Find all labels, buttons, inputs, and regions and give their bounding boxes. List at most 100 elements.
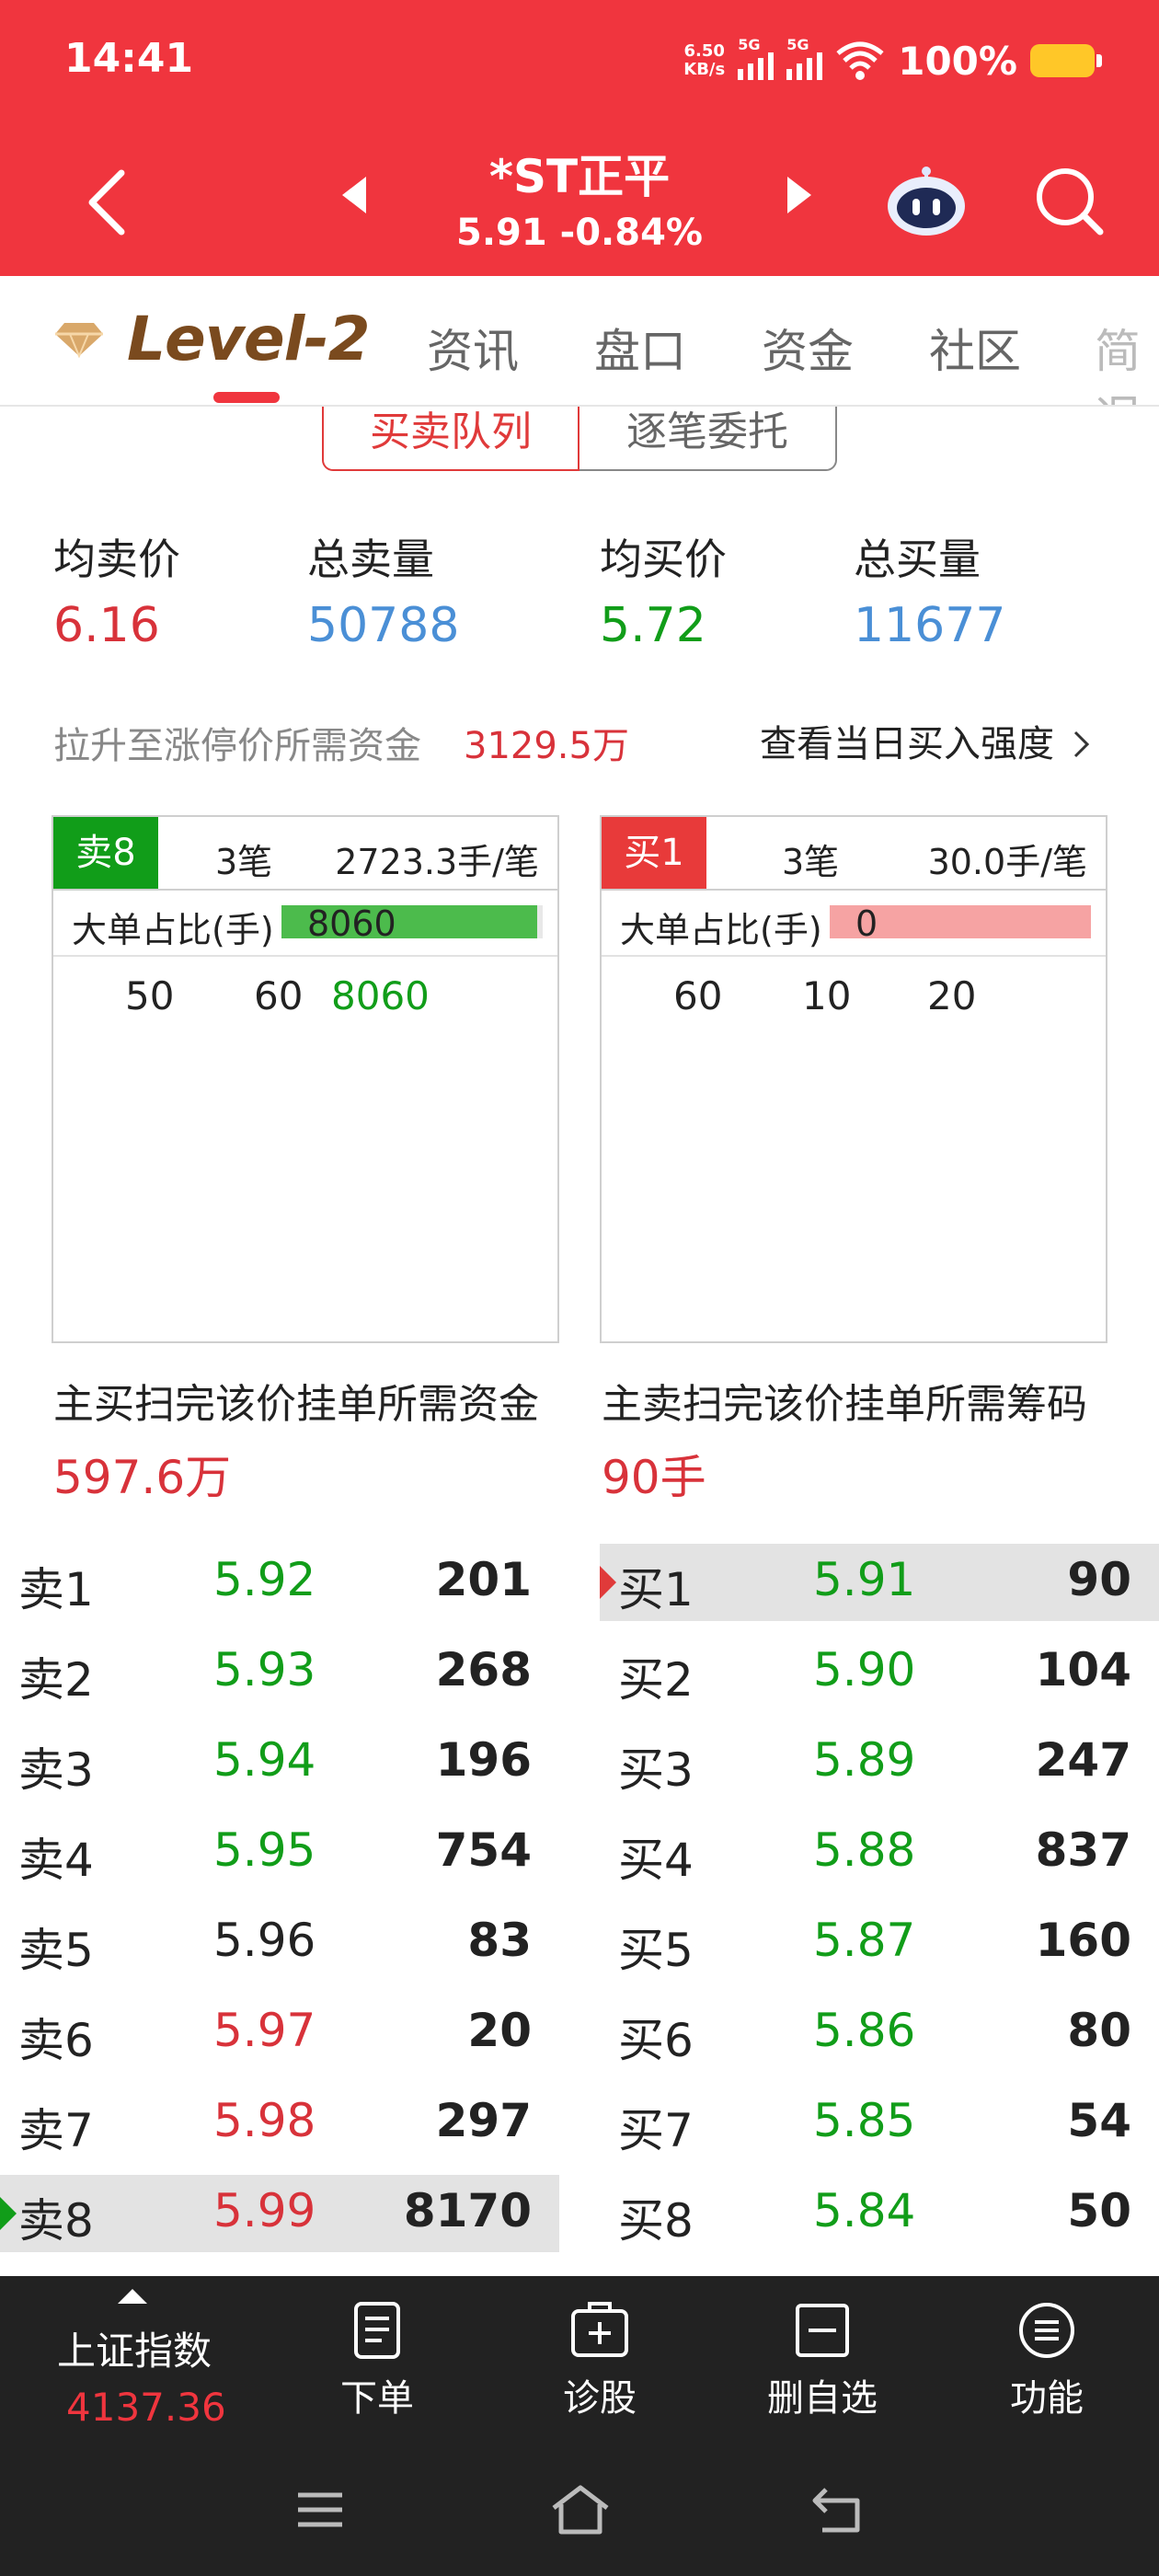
total-buy-label: 总买量 — [854, 535, 981, 584]
buy-book-row[interactable]: 买7 5.85 54 — [600, 2085, 1159, 2162]
home-icon[interactable] — [548, 2482, 613, 2537]
buy-book-row[interactable]: 买3 5.89 247 — [600, 1724, 1159, 1801]
tab-news[interactable]: 资讯 — [427, 315, 519, 381]
big-order-ratio-label: 大单占比(手) — [620, 910, 822, 950]
buy-strength-link[interactable]: 查看当日买入强度 — [760, 714, 1092, 767]
remove-watchlist-button[interactable]: 删自选 — [740, 2298, 905, 2421]
diagnose-icon — [571, 2302, 628, 2357]
avg-sell-label: 均卖价 — [53, 535, 180, 584]
tab-community[interactable]: 社区 — [929, 315, 1021, 381]
sell-book-volume: 83 — [467, 1914, 532, 1967]
signal-icon: 5G — [738, 36, 775, 80]
buy-book-level-label: 买4 — [618, 1834, 694, 1887]
subtab-bid-ask-queue[interactable]: 买卖队列 — [322, 407, 580, 471]
back-arrow-icon[interactable] — [74, 166, 147, 239]
sell-book-level-label: 卖3 — [18, 1743, 94, 1797]
app-header: 14:41 6.50 KB/s 5G 5G 100% *ST正平 5.91 -0… — [0, 0, 1159, 276]
net-speed: 6.50 KB/s — [683, 41, 726, 79]
buy-level-tag[interactable]: 买1 — [602, 817, 706, 889]
prev-stock-icon[interactable] — [342, 177, 366, 213]
index-name: 上证指数 — [57, 2329, 212, 2374]
stock-tab-bar: Level-2 资讯 盘口 资金 社区 简况 — [0, 276, 1159, 407]
back-nav-icon[interactable] — [809, 2482, 865, 2537]
queue-order: 20 — [927, 973, 977, 1018]
tab-profile[interactable]: 简况 — [1095, 315, 1159, 405]
sell-order-count: 3笔 — [215, 842, 273, 882]
signal-icon: 5G — [786, 36, 823, 80]
robot-assistant-icon[interactable] — [885, 164, 968, 237]
avg-buy-value: 5.72 — [600, 598, 706, 653]
big-order-ratio-bar: 8060 — [281, 903, 543, 944]
buy-book-row[interactable]: 买1 5.91 90 — [600, 1544, 1159, 1621]
stock-name: *ST正平 — [488, 150, 671, 203]
search-icon[interactable] — [1032, 164, 1106, 237]
sell-book-level-label: 卖2 — [18, 1653, 94, 1707]
sell-book-volume: 754 — [435, 1823, 532, 1877]
buy-book-price: 5.90 — [813, 1643, 916, 1696]
sell-book-price: 5.92 — [213, 1553, 316, 1606]
tab-funds[interactable]: 资金 — [762, 315, 854, 381]
minus-box-icon — [796, 2304, 849, 2357]
sell-level-tag[interactable]: 卖8 — [53, 817, 158, 889]
tab-level2[interactable]: Level-2 — [55, 304, 371, 374]
buy-book-price: 5.86 — [813, 2004, 916, 2057]
buy-book-row[interactable]: 买2 5.90 104 — [600, 1634, 1159, 1711]
sell-book-level-label: 卖7 — [18, 2104, 94, 2157]
sell-book-price: 5.99 — [213, 2184, 316, 2237]
buy-book-price: 5.85 — [813, 2094, 916, 2147]
sell-book-row[interactable]: 卖6 5.97 20 — [0, 1995, 559, 2072]
buy-book-level-label: 买2 — [618, 1653, 694, 1707]
queue-order: 60 — [254, 973, 304, 1018]
sell-book-volume: 20 — [467, 2004, 532, 2057]
buy-book-volume: 50 — [1067, 2184, 1131, 2237]
sell-book-row[interactable]: 卖2 5.93 268 — [0, 1634, 559, 1711]
sell-book-row[interactable]: 卖1 5.92 201 — [0, 1544, 559, 1621]
buy-sweep-label: 主卖扫完该价挂单所需筹码 — [602, 1381, 1087, 1428]
sell-book-level-label: 卖8 — [18, 2194, 94, 2248]
next-stock-icon[interactable] — [787, 177, 811, 213]
sell-book-level-label: 卖4 — [18, 1834, 94, 1887]
buy-book-row[interactable]: 买5 5.87 160 — [600, 1904, 1159, 1982]
sell-book-row[interactable]: 卖4 5.95 754 — [0, 1814, 559, 1892]
buy-book-price: 5.89 — [813, 1733, 916, 1787]
battery-icon — [1030, 44, 1102, 77]
sell-book-price: 5.96 — [213, 1914, 316, 1967]
recent-apps-icon[interactable] — [293, 2482, 348, 2537]
buy-book-level-label: 买1 — [618, 1563, 694, 1616]
buy-book-volume: 247 — [1035, 1733, 1131, 1787]
current-level-marker-icon — [600, 1566, 616, 1599]
stock-nav-bar: *ST正平 5.91 -0.84% — [0, 129, 1159, 276]
buy-book-price: 5.88 — [813, 1823, 916, 1877]
menu-circle-icon — [1019, 2303, 1074, 2358]
sell-book-row[interactable]: 卖5 5.96 83 — [0, 1904, 559, 1982]
order-form-icon — [354, 2302, 400, 2359]
sell-book-row[interactable]: 卖7 5.98 297 — [0, 2085, 559, 2162]
buy-book-volume: 837 — [1035, 1823, 1131, 1877]
big-order-ratio-bar: 0 — [830, 903, 1091, 944]
sell-book-price: 5.97 — [213, 2004, 316, 2057]
buy-book-volume: 160 — [1035, 1914, 1131, 1967]
sell-sweep-label: 主买扫完该价挂单所需资金 — [53, 1381, 539, 1428]
subtab-order-by-order[interactable]: 逐笔委托 — [580, 407, 837, 471]
sell-book-volume: 297 — [435, 2094, 532, 2147]
sell-book-row[interactable]: 卖3 5.94 196 — [0, 1724, 559, 1801]
buy-book-row[interactable]: 买8 5.84 50 — [600, 2175, 1159, 2252]
functions-button[interactable]: 功能 — [964, 2298, 1130, 2421]
sell-book-row[interactable]: 卖8 5.99 8170 — [0, 2175, 559, 2252]
buy-book-row[interactable]: 买6 5.86 80 — [600, 1995, 1159, 2072]
buy-book-level-label: 买3 — [618, 1743, 694, 1797]
queue-order: 60 — [673, 973, 723, 1018]
sell-queue-panel: 卖8 3笔 2723.3手/笔 大单占比(手) 8060 50 60 8060 — [52, 815, 559, 1343]
tab-handicap[interactable]: 盘口 — [594, 315, 686, 381]
bottom-toolbar: 上证指数 4137.36 下单 诊股 删自选 功能 — [0, 2276, 1159, 2451]
diagnose-button[interactable]: 诊股 — [517, 2298, 683, 2421]
queue-order: 50 — [125, 973, 175, 1018]
sell-book-volume: 268 — [435, 1643, 532, 1696]
buy-book-volume: 80 — [1067, 2004, 1131, 2057]
buy-book-row[interactable]: 买4 5.88 837 — [600, 1814, 1159, 1892]
queue-order: 10 — [802, 973, 852, 1018]
order-button[interactable]: 下单 — [294, 2298, 460, 2421]
total-sell-value: 50788 — [307, 598, 460, 653]
buy-book-level-label: 买8 — [618, 2194, 694, 2248]
stock-quote: 5.91 -0.84% — [456, 212, 703, 254]
